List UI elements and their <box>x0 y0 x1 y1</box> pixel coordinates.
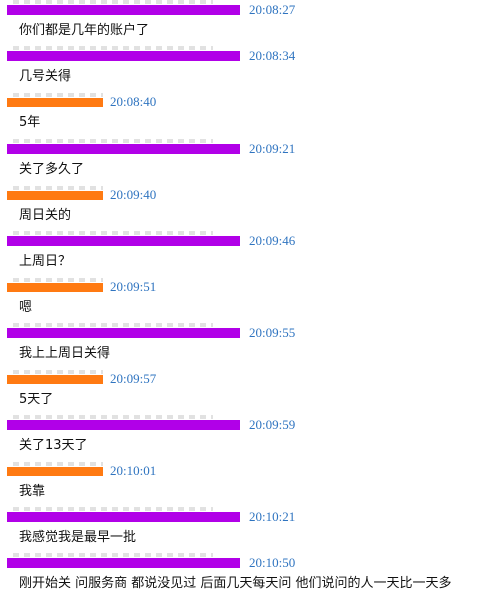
redacted-sender-name <box>7 278 103 292</box>
message-timestamp: 20:09:40 <box>110 187 157 202</box>
redacted-sender-name <box>7 553 240 568</box>
redacted-sender-name <box>7 93 103 107</box>
redacted-sender-name <box>7 323 240 338</box>
message-timestamp: 20:09:59 <box>249 417 296 432</box>
redacted-sender-name <box>7 462 103 476</box>
message-text: 我靠 <box>19 484 46 499</box>
chat-log: 20:08:27 你们都是几年的账户了 20:08:34 几号关得 20:08:… <box>0 0 492 602</box>
message-timestamp: 20:09:46 <box>249 233 296 248</box>
message-text: 刚开始关 问服务商 都说没见过 后面几天每天问 他们说问的人一天比一天多 <box>19 576 452 591</box>
message-text: 我感觉我是最早一批 <box>19 530 137 545</box>
message-text: 关了多久了 <box>19 162 85 177</box>
message-text: 上周日？ <box>19 254 72 269</box>
message-timestamp: 20:10:21 <box>249 509 296 524</box>
message-text: 嗯 <box>19 300 33 315</box>
redacted-sender-name <box>7 370 103 384</box>
message-timestamp: 20:09:57 <box>110 371 157 386</box>
message-text: 我上上周日关得 <box>19 346 111 361</box>
redacted-sender-name <box>7 139 240 154</box>
message-timestamp: 20:09:51 <box>110 279 157 294</box>
message-timestamp: 20:09:55 <box>249 325 296 340</box>
message-text: 5年 <box>19 115 41 130</box>
message-text: 5天了 <box>19 392 54 407</box>
redacted-sender-name <box>7 46 240 61</box>
redacted-sender-name <box>7 415 240 430</box>
message-timestamp: 20:08:40 <box>110 94 157 109</box>
message-timestamp: 20:09:21 <box>249 141 296 156</box>
message-text: 你们都是几年的账户了 <box>19 23 150 38</box>
message-timestamp: 20:08:34 <box>249 48 296 63</box>
redacted-sender-name <box>7 231 240 246</box>
message-timestamp: 20:10:50 <box>249 555 296 570</box>
message-text: 关了13天了 <box>19 438 88 453</box>
message-timestamp: 20:08:27 <box>249 2 296 17</box>
message-text: 周日关的 <box>19 208 72 223</box>
redacted-sender-name <box>7 507 240 522</box>
message-timestamp: 20:10:01 <box>110 463 157 478</box>
redacted-sender-name <box>7 0 240 15</box>
message-text: 几号关得 <box>19 69 72 84</box>
redacted-sender-name <box>7 186 103 200</box>
